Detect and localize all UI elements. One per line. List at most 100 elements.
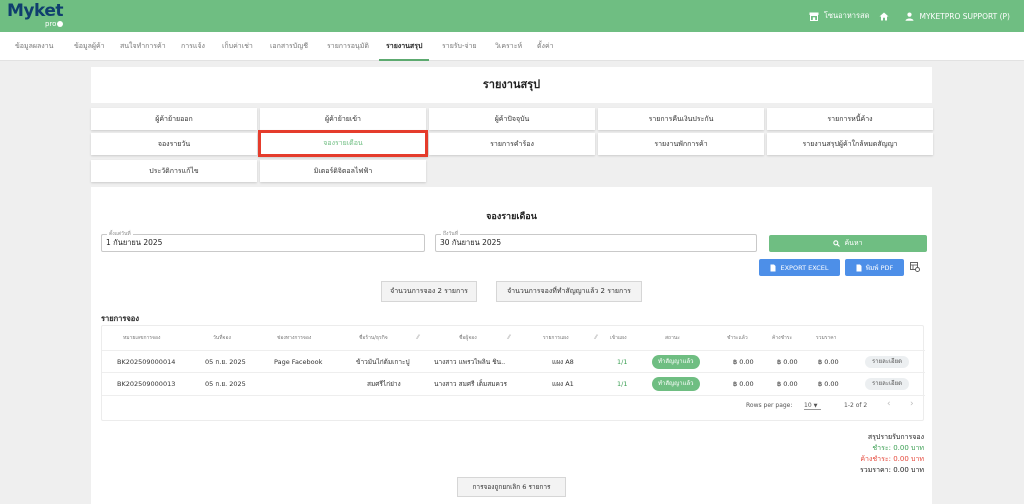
search-label: ค้นหา bbox=[844, 239, 863, 247]
col-header-paid[interactable]: ชำระแล้ว bbox=[727, 329, 748, 347]
tab-accounting[interactable]: เอกสารบัญชี bbox=[270, 32, 308, 61]
income-summary: สรุปรายรับการจอง ชำระ: 0.00 บาท ค้างชำระ… bbox=[860, 432, 924, 476]
cell-shop: สมศรีไก่ย่าง bbox=[367, 380, 401, 388]
col-header-booking-date[interactable]: วันที่จอง bbox=[213, 329, 231, 347]
user-menu[interactable]: MYKETPRO SUPPORT (P) bbox=[905, 12, 1010, 21]
contracted-count-badge: จำนวนการจองที่ทำสัญญาแล้ว 2 รายการ bbox=[496, 281, 642, 302]
cell-total: ฿ 0.00 bbox=[818, 358, 839, 366]
tab-analysis[interactable]: วิเคราะห์ bbox=[495, 32, 522, 61]
col-header-booker[interactable]: ชื่อผู้จอง bbox=[459, 329, 477, 347]
report-btn-current-vendors[interactable]: ผู้ค้าปัจจุบัน bbox=[429, 108, 595, 130]
end-date-label: ถึงวันที่ bbox=[441, 230, 460, 238]
report-btn-requests[interactable]: รายการคำร้อง bbox=[429, 133, 595, 155]
report-btn-outstanding-debts[interactable]: รายการหนี้ค้าง bbox=[767, 108, 933, 130]
rows-per-page-label: Rows per page: bbox=[746, 402, 793, 409]
status-badge: ทำสัญญาแล้ว bbox=[652, 355, 700, 369]
brand-sub: pro bbox=[45, 20, 64, 28]
user-icon bbox=[905, 12, 914, 21]
report-btn-moved-out[interactable]: ผู้ค้าย้ายออก bbox=[91, 108, 257, 130]
col-header-shop[interactable]: ชื่อร้าน/ธุรกิจ bbox=[359, 329, 388, 347]
report-btn-moved-in[interactable]: ผู้ค้าย้ายเข้า bbox=[260, 108, 426, 130]
col-header-stall[interactable]: รายการแผง bbox=[543, 329, 569, 347]
page-title: รายงานสรุป bbox=[482, 78, 541, 91]
booking-count-badge: จำนวนการจอง 2 รายการ bbox=[381, 281, 477, 302]
home-button[interactable] bbox=[879, 12, 889, 21]
tab-interest[interactable]: สนใจทำการค้า bbox=[120, 32, 166, 61]
end-date-input[interactable] bbox=[440, 238, 752, 247]
user-label: MYKETPRO SUPPORT (P) bbox=[919, 11, 1010, 21]
col-header-channel[interactable]: ช่องทางการจอง bbox=[277, 329, 311, 347]
print-pdf-label: พิมพ์ PDF bbox=[865, 263, 894, 272]
report-btn-monthly-booking[interactable]: จองรายเดือน bbox=[258, 130, 428, 157]
cell-stall: แผง A8 bbox=[552, 358, 574, 366]
main-nav: ข้อมูลผลงาน ข้อมูลผู้ค้า สนใจทำการค้า กา… bbox=[0, 32, 1024, 61]
column-resize-handle[interactable]: ⁄⁄ bbox=[508, 334, 510, 341]
shop-selector[interactable]: โซนอาหารสด bbox=[809, 10, 870, 22]
start-date-field[interactable]: ตั้งแต่วันที่ bbox=[101, 230, 425, 252]
chevron-left-icon[interactable]: ‹ bbox=[887, 399, 891, 409]
cell-booker: นางสาว สมศรี เต็มสมควร bbox=[434, 380, 508, 388]
home-icon bbox=[879, 12, 889, 20]
document-icon bbox=[770, 264, 776, 271]
cancelled-bookings-button[interactable]: การจองถูกยกเลิก 6 รายการ bbox=[457, 477, 566, 497]
report-btn-digital-meter[interactable]: มิเตอร์ดิจิตอลไฟฟ้า bbox=[260, 160, 426, 182]
start-date-input[interactable] bbox=[106, 238, 420, 247]
shop-label: โซนอาหารสด bbox=[823, 11, 870, 20]
col-header-due[interactable]: ค้างชำระ bbox=[772, 329, 792, 347]
tab-settings[interactable]: ตั้งค่า bbox=[537, 32, 554, 61]
cell-shop: ข้าวมันไก่ต้มเกาะปู bbox=[356, 358, 410, 366]
cell-booking-no: BK202509000013 bbox=[117, 380, 176, 388]
cell-booking-no: BK202509000014 bbox=[117, 358, 176, 366]
col-header-total[interactable]: รวมราคา bbox=[816, 329, 836, 347]
col-header-enter[interactable]: เข้าแผง bbox=[610, 329, 627, 347]
tab-notices[interactable]: การแจ้ง bbox=[181, 32, 205, 61]
chevron-right-icon[interactable]: › bbox=[910, 399, 914, 409]
column-settings-icon[interactable] bbox=[910, 262, 920, 272]
export-excel-button[interactable]: EXPORT EXCEL bbox=[759, 259, 840, 276]
pagination-range: 1-2 of 2 bbox=[844, 402, 868, 409]
cell-due: ฿ 0.00 bbox=[777, 358, 798, 366]
cell-due: ฿ 0.00 bbox=[777, 380, 798, 388]
brand-name: Myket bbox=[7, 1, 64, 21]
search-button[interactable]: ค้นหา bbox=[769, 235, 927, 252]
tab-vendors[interactable]: ข้อมูลผู้ค้า bbox=[74, 32, 105, 61]
rows-per-page-select[interactable]: 10 ▼ bbox=[804, 402, 822, 410]
end-date-field[interactable]: ถึงวันที่ bbox=[435, 230, 757, 252]
report-btn-expiring-contracts[interactable]: รายงานสรุปผู้ค้าใกล้หมดสัญญา bbox=[767, 133, 933, 155]
summary-paid: ชำระ: 0.00 บาท bbox=[872, 444, 924, 452]
cell-total: ฿ 0.00 bbox=[818, 380, 839, 388]
brand-logo[interactable]: Myket pro bbox=[7, 1, 64, 29]
column-resize-handle[interactable]: ⁄⁄ bbox=[595, 334, 597, 341]
report-btn-deposit-refunds[interactable]: รายการคืนเงินประกัน bbox=[598, 108, 764, 130]
bookings-table: หมายเลขการจอง วันที่จอง ช่องทางการจอง ชื… bbox=[101, 325, 925, 421]
print-pdf-button[interactable]: พิมพ์ PDF bbox=[845, 259, 904, 276]
tab-approvals[interactable]: รายการอนุมัติ bbox=[327, 32, 369, 61]
cell-stall: แผง A1 bbox=[552, 380, 574, 388]
store-icon bbox=[809, 12, 819, 21]
cell-paid: ฿ 0.00 bbox=[733, 358, 754, 366]
tab-income-expense[interactable]: รายรับ-จ่าย bbox=[442, 32, 477, 61]
cell-enter: 1/1 bbox=[617, 358, 628, 366]
report-btn-daily-booking[interactable]: จองรายวัน bbox=[91, 133, 257, 155]
details-button[interactable]: รายละเอียด bbox=[865, 378, 910, 390]
export-excel-label: EXPORT EXCEL bbox=[780, 263, 829, 272]
tab-performance[interactable]: ข้อมูลผลงาน bbox=[15, 32, 53, 61]
report-btn-edit-history[interactable]: ประวัติการแก้ไข bbox=[91, 160, 257, 182]
column-resize-handle[interactable]: ⁄⁄ bbox=[417, 334, 419, 341]
search-icon bbox=[833, 240, 841, 247]
table-row[interactable]: BK202509000014 05 ก.ย. 2025 Page Faceboo… bbox=[102, 350, 925, 372]
cell-enter: 1/1 bbox=[617, 380, 628, 388]
col-header-status[interactable]: สถานะ bbox=[665, 329, 680, 347]
cell-booker: นางสาว แพรวไพลิน ชิน.. bbox=[434, 358, 506, 366]
cell-booking-date: 05 ก.ย. 2025 bbox=[205, 380, 246, 388]
report-btn-suspensions[interactable]: รายงานพักการค้า bbox=[598, 133, 764, 155]
tab-summary-report[interactable]: รายงานสรุป bbox=[379, 32, 430, 61]
table-row[interactable]: BK202509000013 05 ก.ย. 2025 สมศรีไก่ย่าง… bbox=[102, 372, 925, 394]
tab-rent[interactable]: เก็บค่าเช่า bbox=[222, 32, 253, 61]
col-header-booking-no[interactable]: หมายเลขการจอง bbox=[123, 329, 160, 347]
top-bar: Myket pro โซนอาหารสด MYKETPRO SUPPORT (P… bbox=[0, 0, 1024, 32]
pagination-divider bbox=[102, 395, 925, 396]
details-button[interactable]: รายละเอียด bbox=[865, 356, 910, 368]
table-title: รายการจอง bbox=[101, 314, 139, 323]
document-icon bbox=[856, 264, 862, 271]
